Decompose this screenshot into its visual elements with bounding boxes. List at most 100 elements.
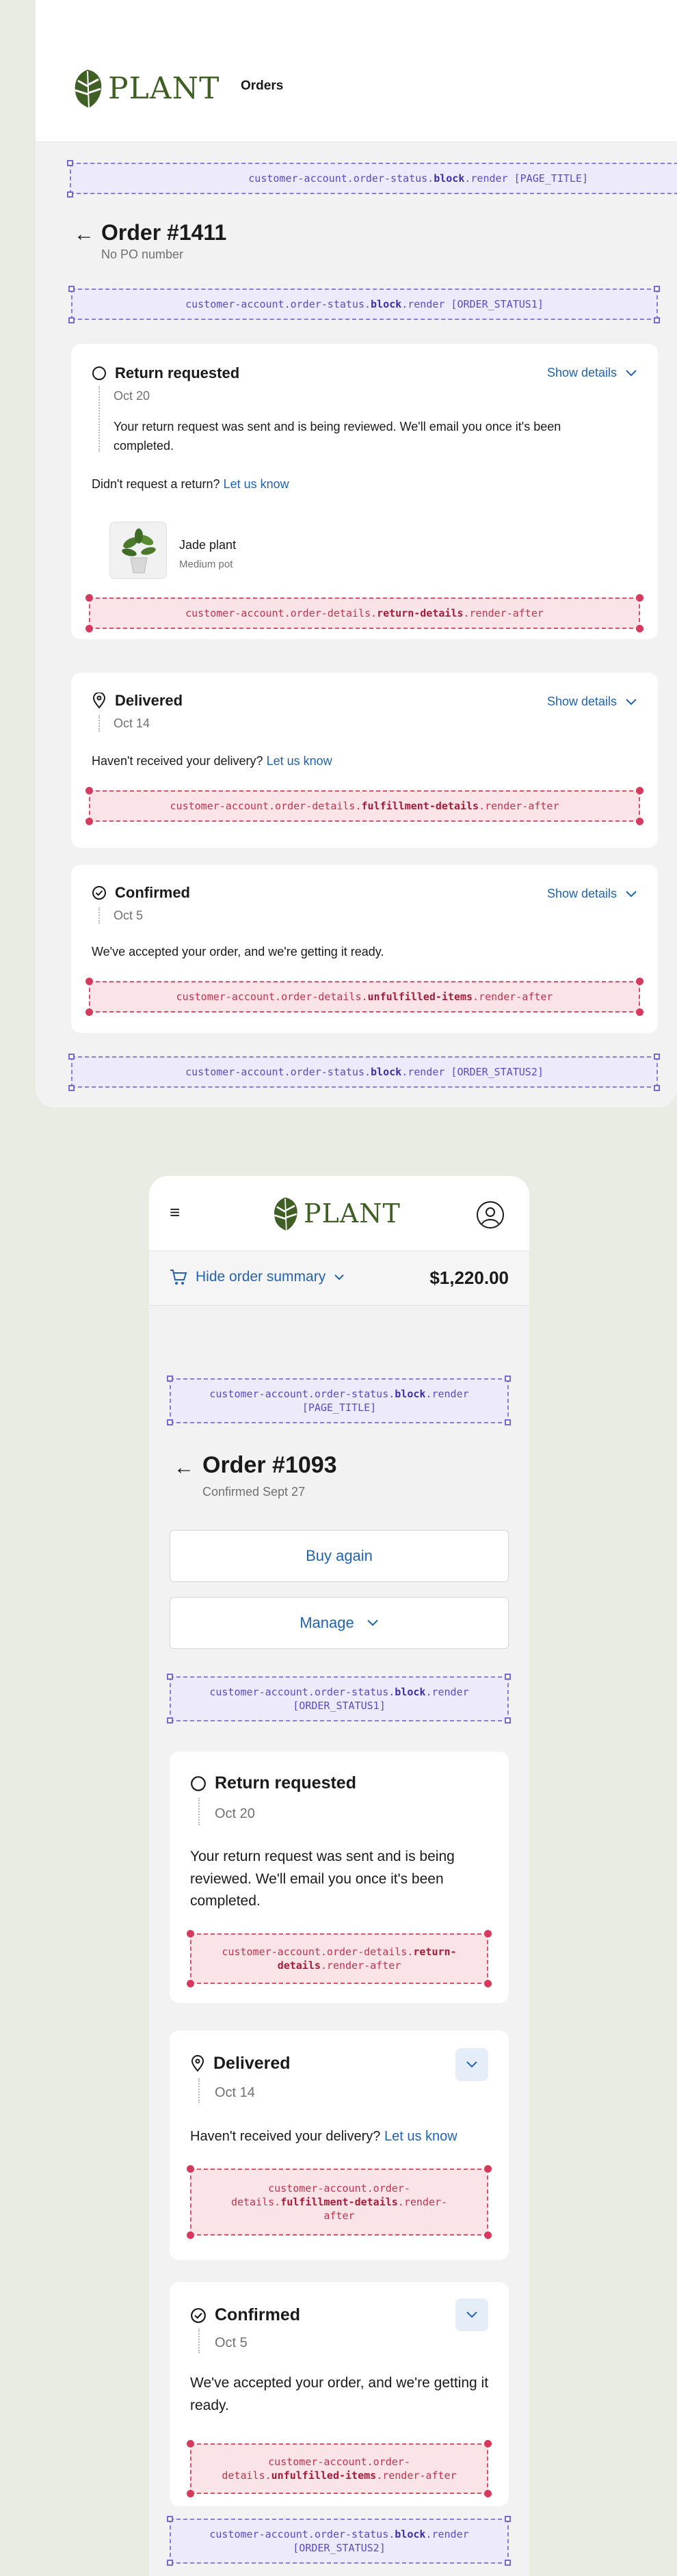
show-details-button[interactable]: Show details (547, 887, 637, 901)
delivery-question: Haven't received your delivery? Let us k… (190, 2129, 457, 2144)
extension-target-order-status2: customer-account.order-status.block.rend… (170, 2519, 509, 2564)
chevron-down-icon (626, 890, 637, 897)
expand-details-button[interactable] (455, 2048, 488, 2081)
status-date: Oct 5 (114, 909, 144, 922)
brand-wordmark: PLANT (108, 70, 220, 106)
chevron-down-icon (626, 369, 637, 376)
target-handle (636, 818, 643, 825)
brand-wordmark: PLANT (304, 1198, 401, 1229)
delivery-question: Haven't received your delivery? Let us k… (92, 754, 332, 768)
target-handle (484, 2165, 492, 2173)
extension-target-fulfillment-details: customer-account.order-details.fulfillme… (89, 790, 640, 822)
target-handle (85, 978, 93, 985)
buy-again-button[interactable]: Buy again (170, 1530, 509, 1582)
hamburger-menu-icon[interactable]: ≡ (170, 1202, 180, 1223)
expand-details-button[interactable] (455, 2298, 488, 2331)
target-handle (85, 818, 93, 825)
timeline-line (98, 907, 100, 924)
location-pin-icon (92, 693, 106, 709)
extension-target-return-details: customer-account.order-details.return-de… (89, 598, 640, 629)
target-handle (85, 594, 93, 602)
target-handle (167, 2560, 173, 2566)
status-heading: Confirmed (92, 884, 190, 902)
let-us-know-link[interactable]: Let us know (267, 754, 332, 768)
target-handle (167, 1717, 173, 1723)
account-avatar-icon[interactable] (476, 1200, 505, 1229)
back-arrow-icon[interactable]: ← (74, 224, 94, 245)
extension-target-unfulfilled-items: customer-account.order-details.unfulfill… (190, 2443, 488, 2494)
return-requested-card: Return requested Show details Oct 20 You… (71, 344, 658, 639)
target-handle (505, 1419, 511, 1425)
check-circle-icon (191, 2307, 206, 2323)
extension-target-order-status1: customer-account.order-status.block.rend… (170, 1676, 509, 1721)
product-variant: Medium pot (179, 559, 233, 570)
delivered-card: Delivered Show details Oct 14 Haven't re… (71, 673, 658, 848)
target-handle (68, 286, 75, 292)
timeline-line (198, 2078, 200, 2103)
extension-target-return-details: customer-account.order-details.return-de… (190, 1933, 488, 1984)
show-details-button[interactable]: Show details (547, 695, 637, 709)
let-us-know-link[interactable]: Let us know (384, 2129, 457, 2144)
target-handle (187, 1930, 194, 1937)
extension-target-order-status2: customer-account.order-status.block.rend… (71, 1056, 658, 1088)
status-date: Oct 14 (114, 716, 150, 730)
brand-logo[interactable]: PLANT (71, 67, 220, 109)
mobile-view: ≡ PLANT Hide order summary $1,220.00 cus… (0, 1135, 677, 2576)
target-handle (187, 2490, 194, 2497)
monstera-leaf-icon (75, 70, 102, 109)
mobile-header: ≡ PLANT (149, 1176, 529, 1251)
status-heading: Confirmed (190, 2305, 300, 2325)
target-handle (85, 1008, 93, 1016)
phone-frame: ≡ PLANT Hide order summary $1,220.00 cus… (149, 1176, 529, 2576)
order-title: Order #1093 (202, 1452, 337, 1478)
target-handle (85, 625, 93, 632)
nav-orders-link[interactable]: Orders (241, 79, 283, 94)
timeline-line (198, 2329, 200, 2353)
target-handle (67, 160, 73, 166)
back-arrow-icon[interactable]: ← (174, 1458, 194, 1478)
desktop-header: PLANT Orders (36, 0, 677, 142)
target-handle (484, 2440, 492, 2447)
target-handle (654, 286, 660, 292)
timeline-line (98, 386, 100, 452)
confirmed-card: Confirmed Oct 5 We've accepted your orde… (170, 2282, 509, 2506)
location-pin-icon (191, 2054, 204, 2072)
target-handle (505, 2560, 511, 2566)
target-handle (505, 1717, 511, 1723)
hide-order-summary-toggle[interactable]: Hide order summary (170, 1269, 345, 1285)
extension-target-page-title: customer-account.order-status.block.rend… (70, 163, 677, 194)
order-subtitle: No PO number (101, 247, 184, 261)
chevron-down-icon (466, 2311, 477, 2318)
target-handle (636, 1008, 643, 1016)
show-details-button[interactable]: Show details (547, 366, 637, 380)
extension-target-unfulfilled-items: customer-account.order-details.unfulfill… (89, 981, 640, 1012)
target-handle (484, 1930, 492, 1937)
target-handle (654, 317, 660, 323)
chevron-down-icon (367, 1620, 378, 1626)
let-us-know-link[interactable]: Let us know (224, 477, 289, 491)
product-image (109, 522, 167, 579)
status-date: Oct 14 (215, 2085, 255, 2100)
brand-logo[interactable]: PLANT (271, 1195, 401, 1232)
target-handle (167, 1376, 173, 1382)
target-handle (67, 191, 73, 198)
manage-button[interactable]: Manage (170, 1597, 509, 1649)
target-handle (187, 2231, 194, 2239)
target-handle (167, 1674, 173, 1680)
timeline-line (98, 715, 100, 732)
target-handle (68, 1085, 75, 1091)
circle-status-icon (92, 366, 106, 380)
target-handle (505, 2516, 511, 2522)
target-handle (636, 787, 643, 794)
extension-target-order-status1: customer-account.order-status.block.rend… (71, 289, 658, 320)
timeline-line (198, 1798, 200, 1825)
target-handle (484, 2490, 492, 2497)
target-handle (187, 2440, 194, 2447)
order-summary-total: $1,220.00 (429, 1267, 509, 1288)
confirmed-card: Confirmed Show details Oct 5 We've accep… (71, 865, 658, 1033)
target-handle (167, 2516, 173, 2522)
target-handle (505, 1376, 511, 1382)
chevron-down-icon (626, 698, 637, 705)
status-message: Your return request was sent and is bein… (190, 1849, 455, 1909)
status-heading: Return requested (190, 1773, 356, 1793)
